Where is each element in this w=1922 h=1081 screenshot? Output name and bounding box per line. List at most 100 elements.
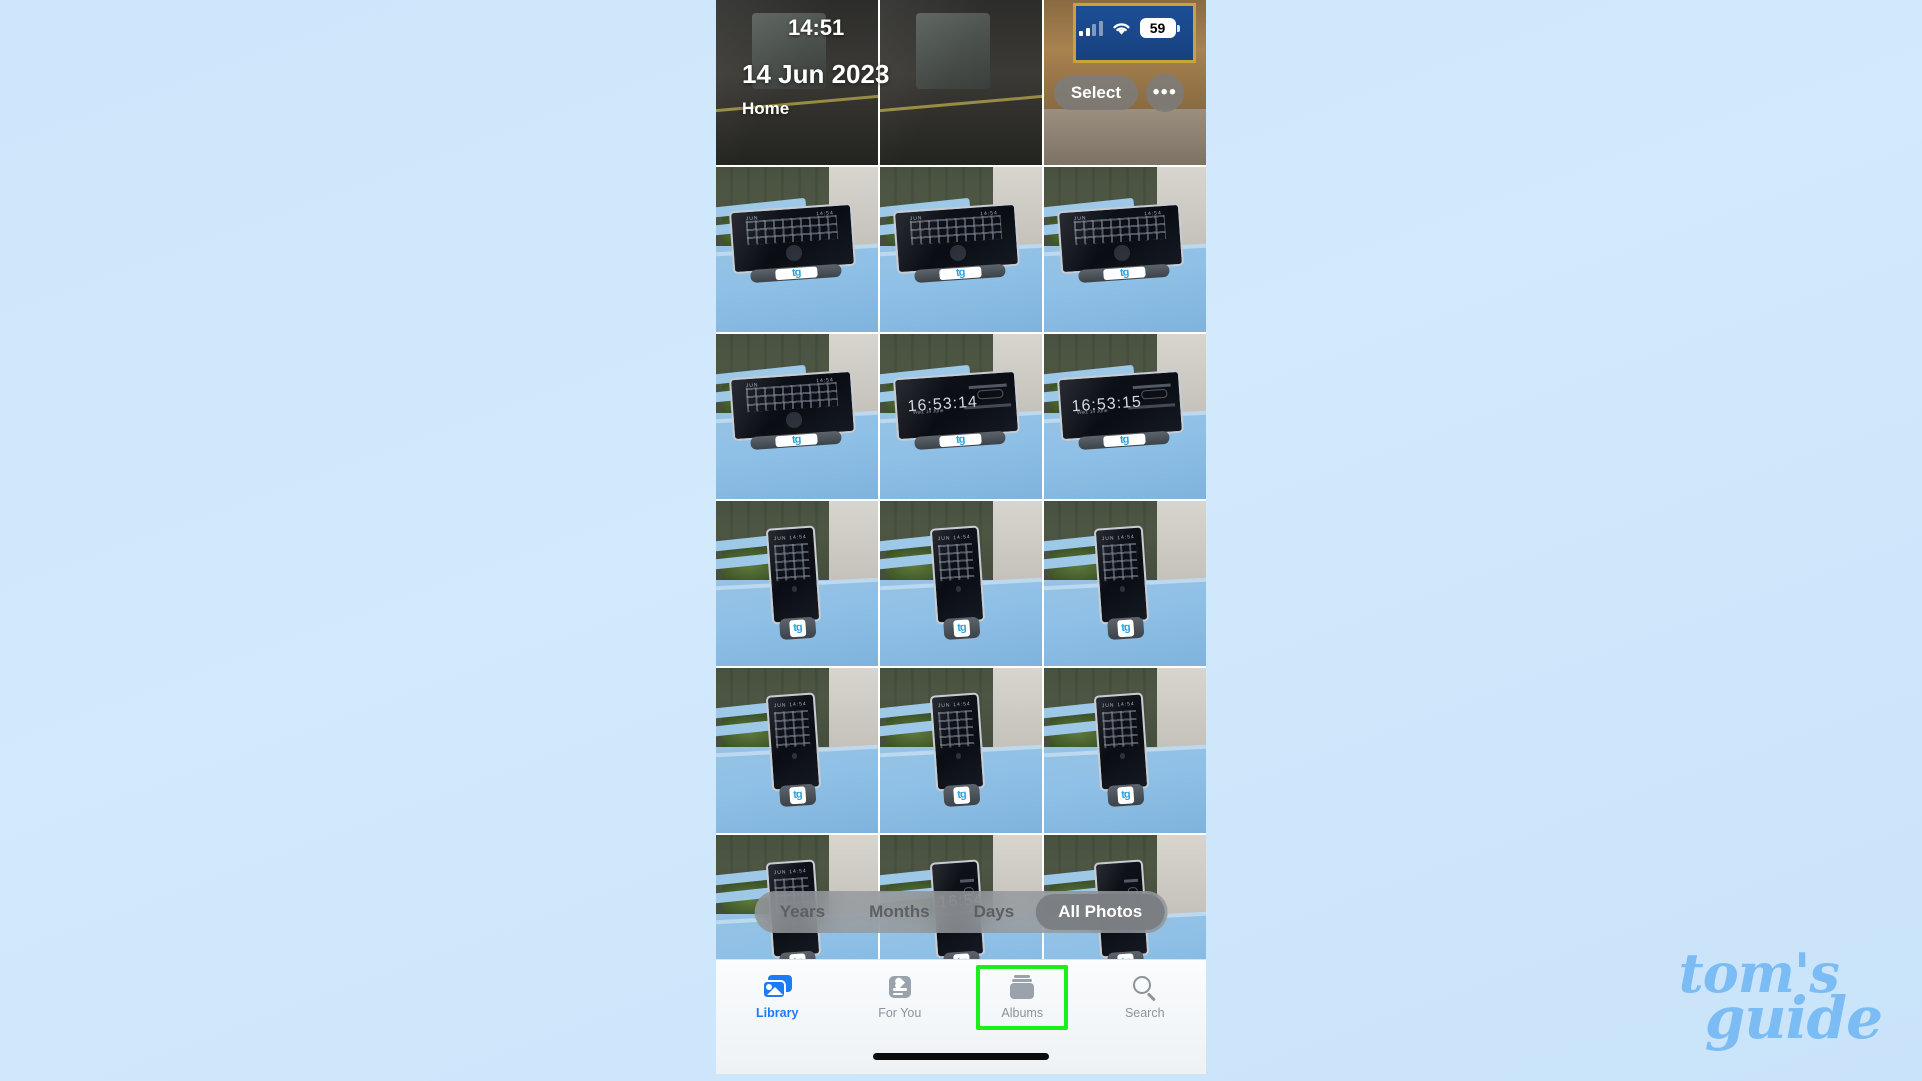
photo-indoor-scene <box>880 0 1042 165</box>
tab-label: Library <box>756 1006 799 1020</box>
tab-search[interactable]: Search <box>1102 971 1188 1026</box>
tab-label: Search <box>1124 1006 1165 1020</box>
aod-month-label: JUN <box>1102 703 1116 711</box>
tg-sticker: tg <box>1102 265 1146 280</box>
aod-calendar-grid <box>938 542 976 582</box>
segment-days[interactable]: Days <box>952 894 1037 930</box>
timeline-segmented-control[interactable]: Years Months Days All Photos <box>754 891 1168 933</box>
photo-thumbnail[interactable]: JUN14:54 tg <box>716 668 878 833</box>
photo-indoor-scene <box>716 0 878 165</box>
search-icon <box>1130 975 1160 1002</box>
tg-sticker: tg <box>789 786 807 805</box>
aod-calendar-grid <box>938 709 976 749</box>
tab-label: For You <box>878 1006 922 1020</box>
aod-calendar-grid <box>1102 542 1140 582</box>
aod-month-label: JUN <box>938 536 952 544</box>
photo-subject-phone: JUN14:54 tg <box>930 525 986 641</box>
tg-sticker: tg <box>953 786 971 805</box>
tg-sticker: tg <box>1117 619 1135 638</box>
aod-time-label: 14:54 <box>815 376 834 384</box>
tab-for-you[interactable]: For You <box>857 971 943 1026</box>
photo-thumbnail[interactable]: JUN 14:54 tg <box>716 334 878 499</box>
photo-thumbnail[interactable] <box>880 0 1042 165</box>
photo-thumbnail[interactable]: JUN 14:54 tg <box>1044 167 1206 332</box>
segment-all-photos[interactable]: All Photos <box>1036 894 1165 930</box>
tg-sticker: tg <box>774 265 818 280</box>
aod-time-label: 14:54 <box>1117 701 1136 709</box>
aod-date-text: Wed, 14 June <box>1076 407 1108 416</box>
photo-thumbnail[interactable]: JUN14:54 tg <box>880 668 1042 833</box>
aod-time-label: 14:54 <box>789 701 808 709</box>
aod-calendar-grid <box>1073 214 1166 245</box>
watermark-line-2: guide <box>1704 984 1883 1053</box>
photo-subject-phone: 16:53:14 Wed, 14 June tg <box>892 369 1020 450</box>
aod-time-label: 14:54 <box>979 209 998 217</box>
aod-month-label: JUN <box>938 703 952 711</box>
photo-thumbnail[interactable]: JUN14:54 tg <box>716 501 878 666</box>
aod-time-label: 14:54 <box>1143 209 1162 217</box>
toms-guide-watermark: tom's guide <box>1679 946 1883 1053</box>
aod-calendar-grid <box>774 542 812 582</box>
tg-sticker: tg <box>953 619 971 638</box>
photo-thumbnail[interactable]: JUN 14:54 tg <box>716 167 878 332</box>
tab-library[interactable]: Library <box>734 971 820 1026</box>
photo-subject-phone: JUN 14:54 tg <box>728 202 856 283</box>
tg-sticker: tg <box>1117 786 1135 805</box>
aod-calendar-grid <box>774 709 812 749</box>
tab-albums[interactable]: Albums <box>976 965 1069 1030</box>
tg-sticker: tg <box>1102 432 1146 447</box>
phone-screen: JUN 14:54 tg JUN 14:54 tg JUN 14:54 tg JUN 14:54 tg… <box>716 0 1206 1074</box>
photo-thumbnail[interactable]: 16:53:15 Wed, 14 June tg <box>1044 334 1206 499</box>
photo-thumbnail[interactable]: 16:53:14 Wed, 14 June tg <box>880 334 1042 499</box>
aod-time-label: 14:54 <box>789 868 808 876</box>
aod-date-text: Wed, 14 June <box>912 407 944 416</box>
aod-clock-text: 16:53:14 <box>906 393 979 416</box>
photo-subject-phone: JUN 14:54 tg <box>728 369 856 450</box>
aod-calendar-grid <box>745 214 838 245</box>
aod-month-label: JUN <box>774 703 788 711</box>
photo-thumbnail[interactable]: JUN14:54 tg <box>1044 668 1206 833</box>
segment-months[interactable]: Months <box>847 894 951 930</box>
tg-sticker: tg <box>938 265 982 280</box>
aod-month-label: JUN <box>745 382 759 389</box>
aod-month-label: JUN <box>1102 536 1116 544</box>
photo-thumbnail[interactable] <box>716 0 878 165</box>
tg-sticker: tg <box>789 619 807 638</box>
photo-subject-phone: 16:53:15 Wed, 14 June tg <box>1056 369 1184 450</box>
aod-time-label: 14:54 <box>789 534 808 542</box>
aod-month-label: JUN <box>909 215 923 222</box>
photo-stack-icon <box>762 975 793 1001</box>
heart-card-icon <box>885 975 915 1001</box>
more-options-icon[interactable]: ••• <box>1146 74 1184 112</box>
aod-month-label: JUN <box>1073 215 1087 222</box>
photo-subject-phone: JUN14:54 tg <box>1094 692 1150 808</box>
top-actions: Select ••• <box>1053 74 1184 112</box>
photo-subject-phone: JUN14:54 tg <box>766 525 822 641</box>
photo-thumbnail[interactable]: JUN14:54 tg <box>1044 501 1206 666</box>
aod-time-label: 14:54 <box>1117 534 1136 542</box>
aod-month-label: JUN <box>774 536 788 544</box>
photo-subject-phone: JUN 14:54 tg <box>892 202 1020 283</box>
home-indicator[interactable] <box>873 1053 1049 1060</box>
tg-sticker: tg <box>774 432 818 447</box>
photo-thumbnail[interactable]: JUN 14:54 tg <box>880 167 1042 332</box>
aod-calendar-grid <box>909 214 1002 245</box>
albums-icon <box>1007 975 1037 1001</box>
aod-clock-text: 16:53:15 <box>1070 393 1143 416</box>
tab-label: Albums <box>1001 1006 1044 1020</box>
segment-years[interactable]: Years <box>758 894 847 930</box>
photo-subject-phone: JUN14:54 tg <box>766 692 822 808</box>
aod-time-label: 14:54 <box>953 534 972 542</box>
select-button[interactable]: Select <box>1053 76 1138 110</box>
photo-subject-phone: JUN14:54 tg <box>930 692 986 808</box>
aod-time-label: 14:54 <box>815 209 834 217</box>
aod-calendar-grid <box>1102 709 1140 749</box>
aod-time-label: 14:54 <box>953 701 972 709</box>
photo-subject-phone: JUN14:54 tg <box>1094 525 1150 641</box>
aod-calendar-grid <box>745 381 838 412</box>
aod-month-label: JUN <box>774 870 788 878</box>
photo-thumbnail[interactable]: JUN14:54 tg <box>880 501 1042 666</box>
photo-subject-phone: JUN 14:54 tg <box>1056 202 1184 283</box>
tg-sticker: tg <box>938 432 982 447</box>
aod-month-label: JUN <box>745 215 759 222</box>
